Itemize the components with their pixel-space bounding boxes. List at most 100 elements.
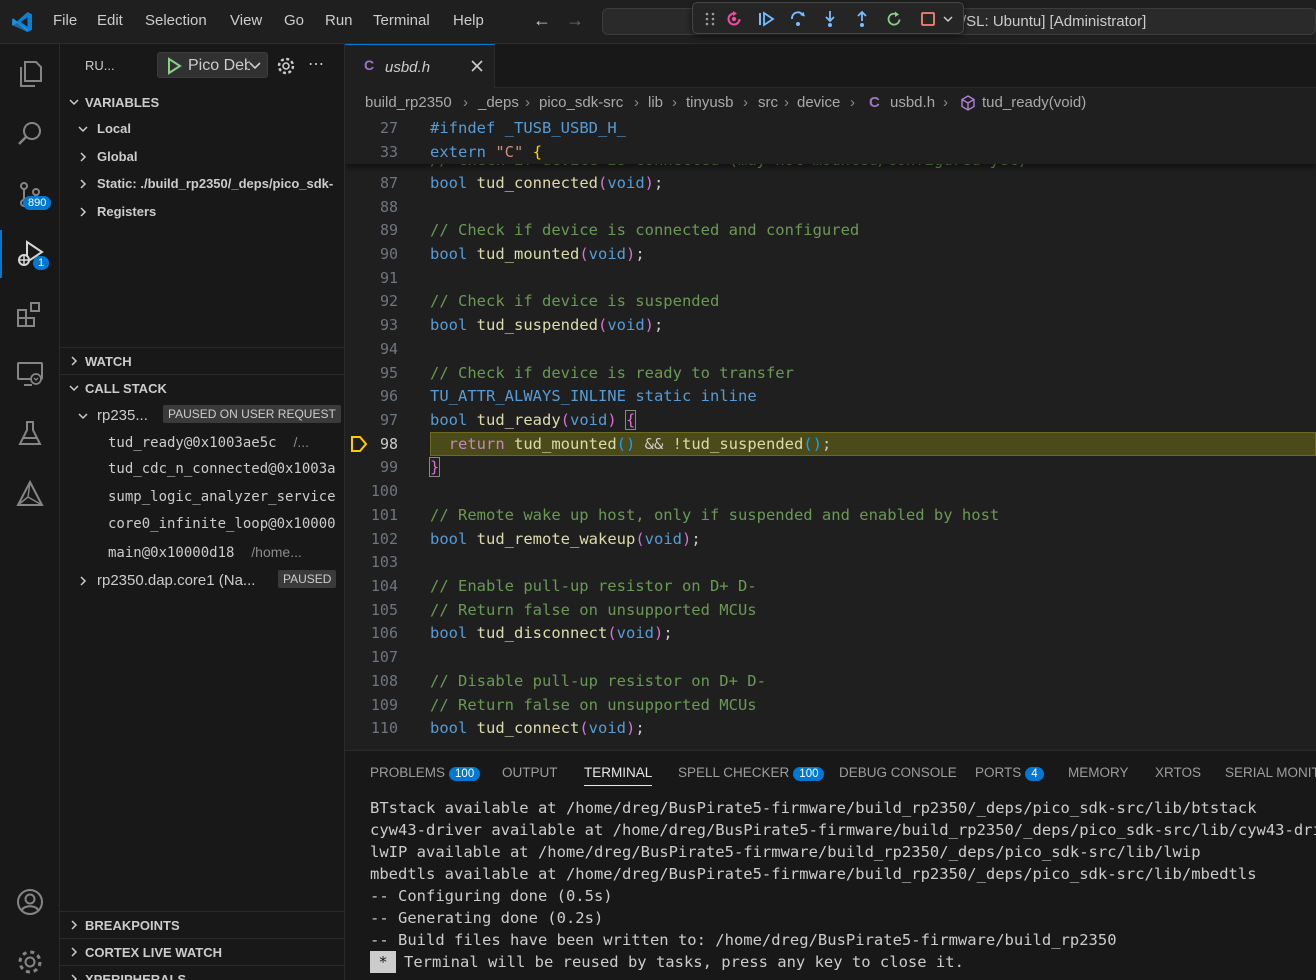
code-line: #ifndef _TUSB_USBD_H_ xyxy=(430,119,626,137)
thread-name: rp2350.dap.core1 (Na... xyxy=(97,572,256,589)
tab-label: DEBUG CONSOLE xyxy=(839,765,957,780)
breadcrumb-item[interactable]: usbd.h xyxy=(890,94,935,111)
testing-icon[interactable] xyxy=(0,410,60,458)
stop-icon[interactable] xyxy=(917,8,939,30)
callstack-thread-core0[interactable]: rp235... PAUSED ON USER REQUEST xyxy=(77,405,344,429)
gear-icon[interactable] xyxy=(276,56,296,76)
code-row: 105 // Return false on unsupported MCUs xyxy=(345,598,1316,622)
title-bar: File Edit Selection View Go Run Terminal… xyxy=(0,0,1316,44)
chevron-right-icon xyxy=(80,152,87,162)
menu-run[interactable]: Run xyxy=(325,12,353,29)
menu-selection[interactable]: Selection xyxy=(145,12,207,29)
step-out-icon[interactable] xyxy=(851,8,873,30)
tab-ports[interactable]: PORTS 4 xyxy=(975,765,1044,781)
step-into-icon[interactable] xyxy=(819,8,841,30)
tab-xrtos[interactable]: XRTOS xyxy=(1155,765,1201,780)
chevron-right-icon: › xyxy=(672,94,677,111)
symbol-method-icon xyxy=(961,95,975,111)
sticky-line[interactable]: 33 extern "C" { xyxy=(345,140,1316,164)
back-arrow-icon[interactable]: ← xyxy=(533,10,551,31)
restart-frame-icon[interactable] xyxy=(723,8,745,30)
tab-problems[interactable]: PROBLEMS 100 xyxy=(370,765,481,781)
code-row: 94 xyxy=(345,337,1316,361)
source-control-badge: 890 xyxy=(23,196,52,210)
tab-usbd-h[interactable]: C usbd.h xyxy=(345,44,495,88)
terminal-marker: * xyxy=(370,951,396,973)
breadcrumb-item[interactable]: tud_ready(void) xyxy=(982,94,1086,111)
tab-debug-console[interactable]: DEBUG CONSOLE xyxy=(839,765,957,780)
code-row: 87 bool tud_connected(void); xyxy=(345,171,1316,195)
breadcrumb-item[interactable]: lib xyxy=(648,94,663,111)
cortex-live-watch-section-header[interactable]: CORTEX LIVE WATCH xyxy=(60,938,344,964)
stack-frame[interactable]: main@0x10000d18 /home... xyxy=(108,544,302,561)
remote-explorer-icon[interactable] xyxy=(0,350,60,398)
stack-frame[interactable]: tud_ready@0x1003ae5c /... xyxy=(108,434,309,451)
breadcrumb-item[interactable]: build_rp2350 xyxy=(365,94,452,111)
start-debugging-icon[interactable] xyxy=(166,57,182,75)
code-line: // Return false on unsupported MCUs xyxy=(430,696,757,714)
account-icon[interactable] xyxy=(0,878,60,926)
code-line: bool tud_remote_wakeup(void); xyxy=(430,530,701,548)
step-over-icon[interactable] xyxy=(787,8,809,30)
explorer-icon[interactable] xyxy=(0,50,60,98)
tab-terminal[interactable]: TERMINAL xyxy=(584,765,653,786)
code-row: 89 // Check if device is connected and co… xyxy=(345,218,1316,242)
watch-header: WATCH xyxy=(85,354,132,369)
stack-frame[interactable]: sump_logic_analyzer_service xyxy=(108,489,336,505)
code-row: 107 xyxy=(345,645,1316,669)
code-line: bool tud_connected(void); xyxy=(430,174,664,192)
drag-handle-icon[interactable] xyxy=(699,8,721,30)
line-number: 88 xyxy=(379,198,398,216)
stack-frame[interactable]: tud_cdc_n_connected@0x1003a xyxy=(108,461,336,477)
menu-edit[interactable]: Edit xyxy=(97,12,123,29)
menu-help[interactable]: Help xyxy=(453,12,484,29)
code-editor[interactable]: 27 #ifndef _TUSB_USBD_H_ 33 extern "C" {… xyxy=(345,116,1316,750)
breadcrumb-item[interactable]: src xyxy=(758,94,778,111)
tab-serial-monitor[interactable]: SERIAL MONITOR xyxy=(1225,765,1316,780)
breadcrumb-item[interactable]: device xyxy=(797,94,840,111)
source-control-icon[interactable]: 890 xyxy=(0,170,60,218)
breadcrumb-item[interactable]: tinyusb xyxy=(686,94,734,111)
close-icon[interactable] xyxy=(469,58,485,74)
breadcrumb-item[interactable]: _deps xyxy=(478,94,519,111)
code-line: // Return false on unsupported MCUs xyxy=(430,601,757,619)
run-debug-icon[interactable]: 1 xyxy=(0,230,60,278)
watch-section-header[interactable]: WATCH xyxy=(60,347,344,373)
menu-go[interactable]: Go xyxy=(284,12,304,29)
breadcrumb-item[interactable]: pico_sdk-src xyxy=(539,94,623,111)
menu-terminal[interactable]: Terminal xyxy=(373,12,430,29)
callstack-thread-core1[interactable]: rp2350.dap.core1 (Na... PAUSED xyxy=(77,570,344,594)
chevron-down-icon[interactable] xyxy=(937,8,959,30)
search-icon[interactable] xyxy=(0,110,60,158)
terminal-output[interactable]: BTstack available at /home/dreg/BusPirat… xyxy=(370,797,1316,973)
tab-memory[interactable]: MEMORY xyxy=(1068,765,1129,780)
scope-label: Registers xyxy=(97,204,157,219)
xperipherals-section-header[interactable]: XPERIPHERALS xyxy=(60,965,344,980)
code-row: 88 xyxy=(345,195,1316,219)
tab-output[interactable]: OUTPUT xyxy=(502,765,558,780)
menu-file[interactable]: File xyxy=(53,12,77,29)
stack-frame[interactable]: core0_infinite_loop@0x10000 xyxy=(108,516,336,532)
debug-config-select[interactable]: Pico Debug xyxy=(157,52,268,78)
breakpoints-section-header[interactable]: BREAKPOINTS xyxy=(60,911,344,937)
manage-gear-icon[interactable] xyxy=(0,938,60,980)
callstack-section-header[interactable]: CALL STACK xyxy=(60,374,344,400)
code-row: 97 bool tud_ready(void) { xyxy=(345,408,1316,432)
line-number: 102 xyxy=(370,530,398,548)
tab-spell-checker[interactable]: SPELL CHECKER 100 xyxy=(678,765,825,781)
continue-icon[interactable] xyxy=(755,8,777,30)
line-number: 106 xyxy=(370,624,398,642)
code-row: 96 TU_ATTR_ALWAYS_INLINE static inline xyxy=(345,384,1316,408)
frame-function: tud_ready@0x1003ae5c xyxy=(108,435,277,451)
menu-view[interactable]: View xyxy=(230,12,262,29)
extensions-icon[interactable] xyxy=(0,290,60,338)
code-row: 92 // Check if device is suspended xyxy=(345,289,1316,313)
more-actions-icon[interactable]: ⋯ xyxy=(308,54,324,74)
restart-icon[interactable] xyxy=(883,8,905,30)
forward-arrow-icon[interactable]: → xyxy=(566,10,584,31)
frame-function: sump_logic_analyzer_service xyxy=(108,489,336,505)
variables-section-header[interactable]: VARIABLES xyxy=(60,89,344,115)
line-number: 89 xyxy=(379,221,398,239)
cmake-icon[interactable] xyxy=(0,470,60,518)
sticky-line[interactable]: 27 #ifndef _TUSB_USBD_H_ xyxy=(345,116,1316,140)
